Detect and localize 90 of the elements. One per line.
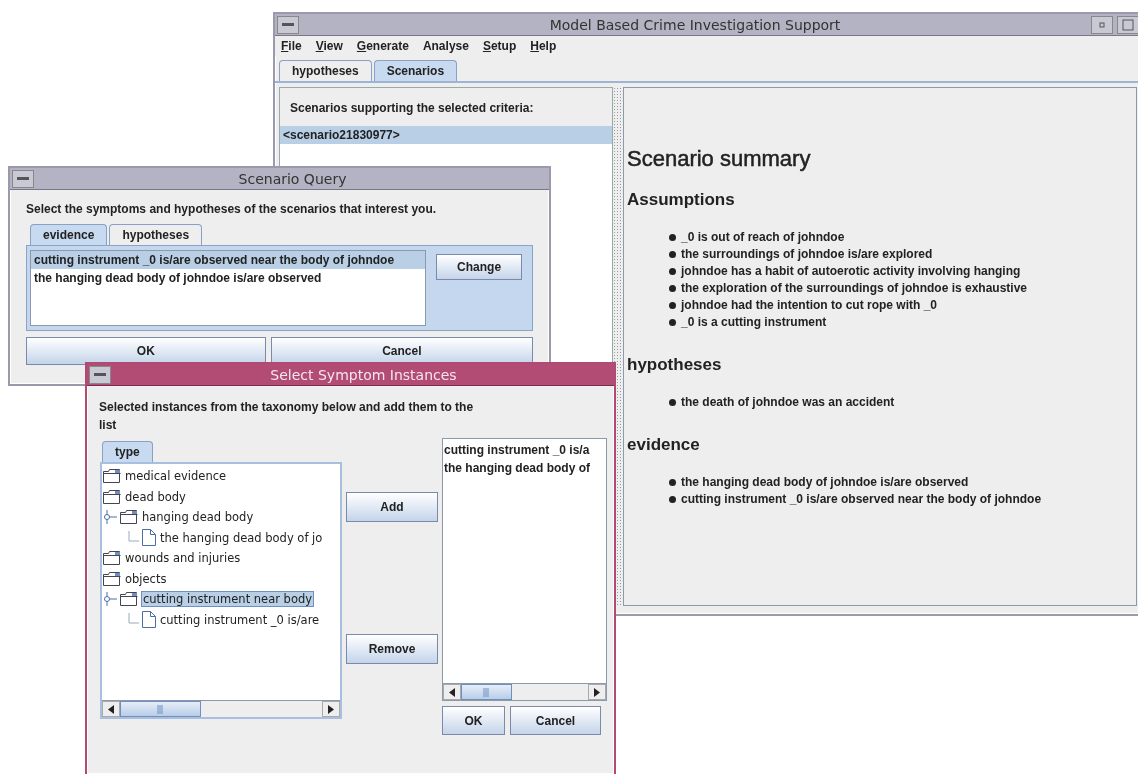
summary-title: Scenario summary <box>627 146 812 172</box>
section-heading: Assumptions <box>627 190 736 210</box>
scroll-left-button[interactable] <box>102 701 120 717</box>
tab[interactable]: hypotheses <box>109 224 203 245</box>
folder-icon <box>120 510 138 525</box>
instruction-text: Select the symptoms and hypotheses of the scenarios that interest you. <box>25 201 438 216</box>
tab[interactable]: type <box>102 441 153 462</box>
left-arrow-icon <box>108 704 114 714</box>
section-heading: hypotheses <box>627 355 723 375</box>
list-item[interactable]: cutting instrument _0 is/are observed near the body of johndoe <box>31 251 426 269</box>
menu-item[interactable]: Setup <box>482 39 517 53</box>
grip-icon <box>157 704 164 714</box>
folder-icon <box>120 592 138 607</box>
menu-item[interactable]: View <box>315 39 343 53</box>
summary-item: johndoe had the intention to cut rope with _0 <box>681 298 937 312</box>
dash-icon <box>94 372 106 377</box>
tree-item[interactable]: objects <box>124 571 168 586</box>
expand-handle-icon[interactable] <box>103 510 117 525</box>
list-item[interactable]: the hanging dead body of <box>443 459 606 477</box>
bullet-icon <box>669 233 676 241</box>
summary-item: the death of johndoe was an accident <box>681 395 895 409</box>
menu-item[interactable]: Analyse <box>422 39 469 53</box>
summary-item: the hanging dead body of johndoe is/are observed <box>681 475 969 489</box>
window-title: Scenario Query <box>237 170 348 187</box>
dash-icon <box>17 176 29 181</box>
change-button[interactable]: Change <box>436 254 522 280</box>
summary-item: johndoe has a habit of autoerotic activity involving hanging <box>681 264 1021 278</box>
grip-icon <box>483 687 490 697</box>
connector-line <box>125 612 139 627</box>
list-item[interactable]: <scenario21830977> <box>280 126 612 144</box>
list-item[interactable]: the hanging dead body of johndoe is/are observed <box>31 269 426 287</box>
summary-item: cutting instrument _0 is/are observed near the body of johndoe <box>681 492 1042 506</box>
dash-icon <box>282 22 294 27</box>
tree-item[interactable]: medical evidence <box>124 469 228 484</box>
tree-item[interactable]: wounds and injuries <box>124 551 242 566</box>
instruction-text: Selected instances from the taxonomy below and add them to the list <box>98 399 475 434</box>
ok-button[interactable]: OK <box>26 337 266 365</box>
tree-item[interactable]: hanging dead body <box>141 510 255 525</box>
right-arrow-icon <box>594 687 600 697</box>
bullet-icon <box>669 284 676 292</box>
window-title: Model Based Crime Investigation Support <box>548 16 842 33</box>
bullet-icon <box>669 398 676 406</box>
right-arrow-icon <box>328 704 334 714</box>
window-menu-button[interactable] <box>12 169 34 188</box>
connector-line <box>125 530 139 545</box>
scroll-thumb[interactable] <box>461 684 512 700</box>
bullet-icon <box>669 250 676 258</box>
document-icon <box>142 529 156 547</box>
bullet-icon <box>669 267 676 275</box>
scroll-left-button[interactable] <box>443 684 461 700</box>
ok-button[interactable]: OK <box>442 706 505 735</box>
folder-icon <box>103 551 121 566</box>
tab[interactable]: evidence <box>30 224 108 245</box>
cancel-button[interactable]: Cancel <box>270 337 533 365</box>
document-icon <box>142 611 156 629</box>
bullet-icon <box>669 478 676 486</box>
summary-item: the exploration of the surroundings of johndoe is exhaustive <box>681 281 1028 295</box>
scroll-right-button[interactable] <box>322 701 340 717</box>
summary-item: the surroundings of johndoe is/are explored <box>681 247 933 261</box>
summary-item: _0 is a cutting instrument <box>681 315 827 329</box>
cancel-button[interactable]: Cancel <box>510 706 601 735</box>
folder-icon <box>103 571 121 586</box>
tab[interactable]: hypotheses <box>279 60 372 81</box>
add-button[interactable]: Add <box>346 492 438 522</box>
menu-item[interactable]: Generate <box>356 39 409 53</box>
section-heading: evidence <box>627 435 701 455</box>
tree-item[interactable]: the hanging dead body of jo <box>159 530 324 545</box>
list-item[interactable]: cutting instrument _0 is/a <box>443 441 606 459</box>
scroll-thumb[interactable] <box>120 701 201 717</box>
panel-label: Scenarios supporting the selected criteria: <box>290 101 534 115</box>
bullet-icon <box>669 318 676 326</box>
folder-icon <box>103 489 121 504</box>
left-arrow-icon <box>449 687 455 697</box>
window-menu-button[interactable] <box>89 365 111 384</box>
window-menu-button[interactable] <box>277 15 299 34</box>
bullet-icon <box>669 301 676 309</box>
square-icon <box>1122 18 1134 31</box>
menu-item[interactable]: Help <box>530 39 557 53</box>
remove-button[interactable]: Remove <box>346 634 438 664</box>
expand-handle-icon[interactable] <box>103 592 117 607</box>
menu-item[interactable]: File <box>281 39 302 53</box>
tab[interactable]: Scenarios <box>373 60 458 81</box>
tree-item[interactable]: cutting instrument _0 is/are <box>159 612 321 627</box>
tree-item[interactable]: cutting instrument near body <box>141 591 315 608</box>
folder-icon <box>103 469 121 484</box>
bullet-icon <box>669 495 676 503</box>
scroll-right-button[interactable] <box>588 684 606 700</box>
summary-item: _0 is out of reach of johndoe <box>681 230 845 244</box>
tree-item[interactable]: dead body <box>124 489 187 504</box>
window-title: Select Symptom Instances <box>269 366 458 383</box>
